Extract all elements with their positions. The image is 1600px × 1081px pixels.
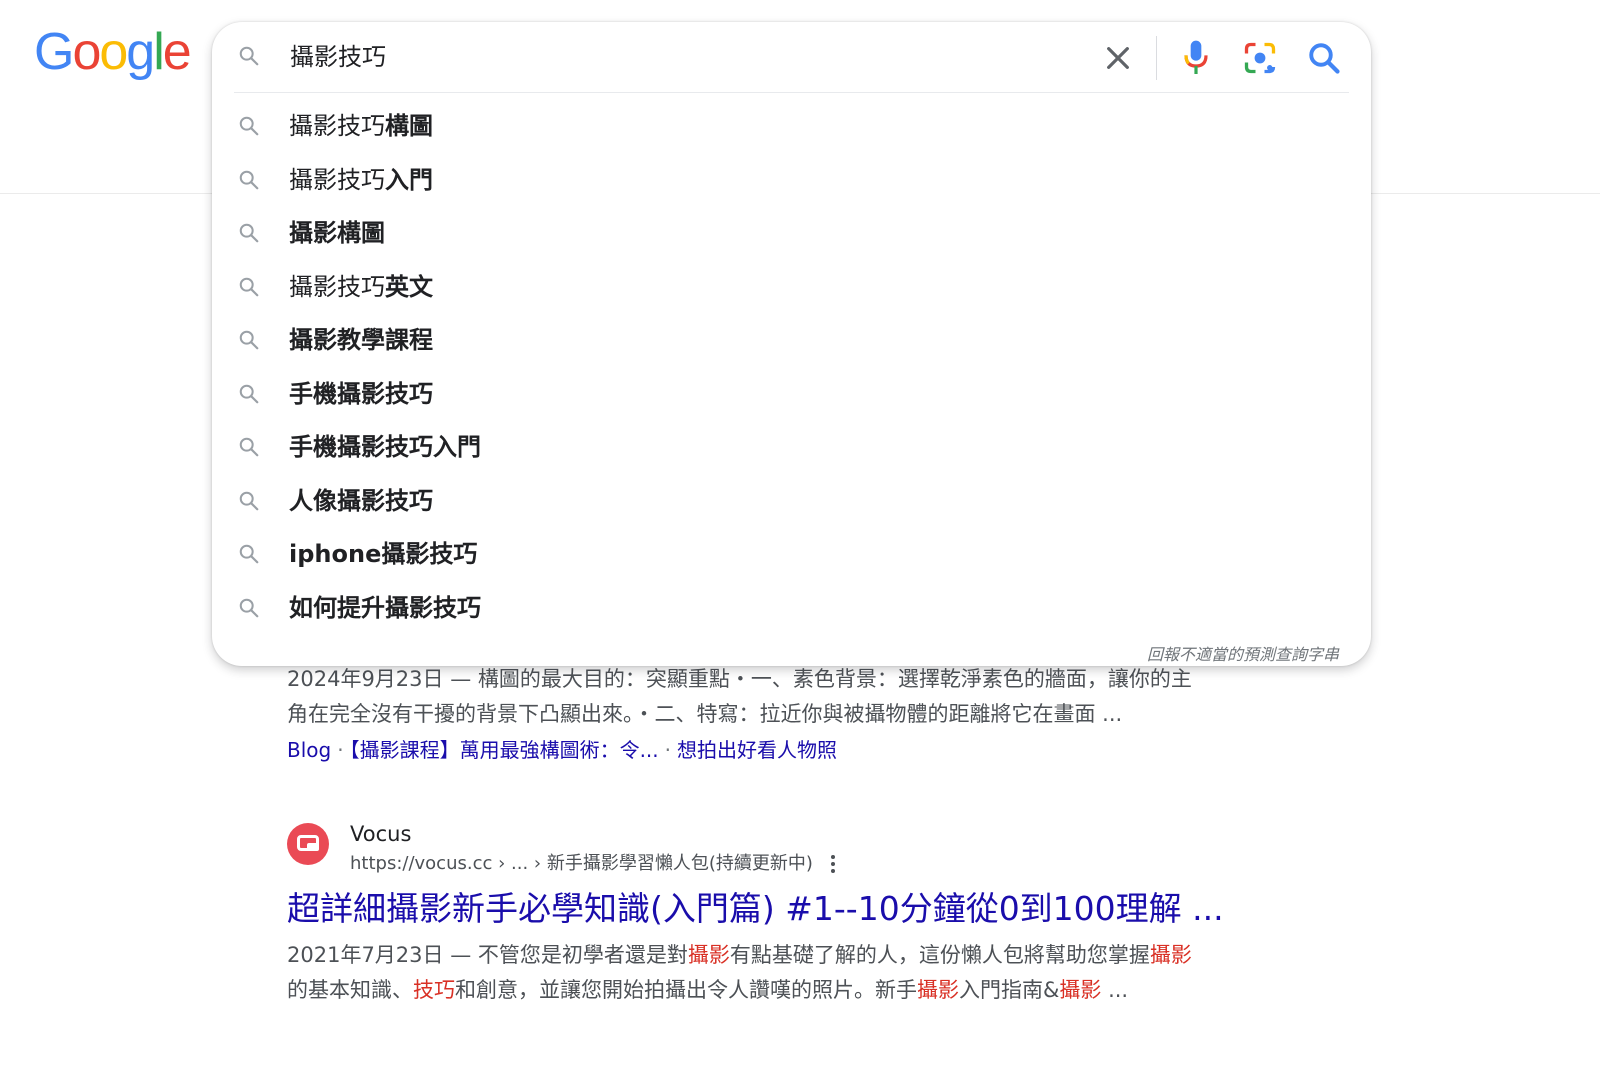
- search-icon: [239, 598, 259, 617]
- snippet-line: 2024年9月23日 — 構圖的最大目的：突顯重點・一、素色背景：選擇乾淨素色的…: [287, 667, 1192, 691]
- logo-letter: o: [72, 23, 101, 81]
- search-icon: [239, 116, 259, 136]
- search-input-row[interactable]: 攝影技巧: [212, 22, 1371, 92]
- suggestion-text-bold: 人像攝影技巧: [289, 486, 433, 515]
- result-snippet: 2021年7月23日 — 不管您是初學者還是對攝影有點基礎了解的人，這份懶人包將…: [287, 938, 1192, 1008]
- suggestion-text-bold: iphone攝影技巧: [289, 540, 478, 568]
- snippet-part: 有點基礎了解的人，這份懶人包將幫助您掌握: [729, 943, 1150, 967]
- site-url-row: https://vocus.cc › ... › 新手攝影學習懶人包(持續更新中…: [350, 849, 835, 879]
- sitelink-separator: ·: [664, 738, 672, 762]
- microphone-icon[interactable]: [1180, 38, 1212, 78]
- search-icon: [239, 384, 259, 403]
- search-icon: [239, 170, 259, 189]
- suggestion-text: 手機攝影技巧: [289, 377, 433, 411]
- suggestion-text-bold: 手機攝影技巧入門: [289, 433, 481, 461]
- search-icon: [239, 330, 259, 350]
- sitelink-composition-course[interactable]: 【攝影課程】萬用最強構圖術：令...: [350, 738, 659, 762]
- suggestion-text-bold: 構圖: [385, 112, 433, 140]
- search-icon: [239, 437, 259, 457]
- sitelink-blog[interactable]: Blog: [287, 738, 331, 762]
- snippet-line: 角在完全沒有干擾的背景下凸顯出來。・二、特寫：拉近你與被攝物體的距離將它在畫面 …: [287, 702, 1123, 726]
- suggestion-list: 攝影技巧構圖 攝影技巧入門 攝影構圖 攝影技巧英文 攝影教學課程 手機攝影技巧 …: [212, 99, 1371, 634]
- suggestion-text-plain: 攝影技巧: [289, 112, 385, 140]
- suggestion-item[interactable]: 攝影技巧英文: [212, 260, 1371, 314]
- sitelinks: Blog · 【攝影課程】萬用最強構圖術：令... · 想拍出好看人物照: [287, 733, 837, 767]
- logo-letter: G: [34, 23, 74, 81]
- suggestion-text-bold: 如何提升攝影技巧: [289, 593, 481, 622]
- suggestion-item[interactable]: 如何提升攝影技巧: [212, 581, 1371, 635]
- search-icon: [239, 491, 259, 510]
- snippet-part: 入門指南&: [959, 978, 1060, 1002]
- suggestion-item[interactable]: 攝影技巧構圖: [212, 99, 1371, 153]
- result-source[interactable]: Vocus https://vocus.cc › ... › 新手攝影學習懶人包…: [287, 819, 835, 879]
- suggestion-text-bold: 手機攝影技巧: [289, 379, 433, 408]
- report-predictions-link[interactable]: 回報不適當的預測查詢字串: [1147, 641, 1339, 665]
- suggestion-text: 如何提升攝影技巧: [289, 591, 481, 625]
- suggestion-text-bold: 攝影教學課程: [289, 326, 433, 354]
- snippet-part: ...: [1101, 978, 1129, 1002]
- suggestion-item[interactable]: 人像攝影技巧: [212, 474, 1371, 528]
- search-icon: [239, 277, 259, 296]
- snippet-line: 的基本知識、技巧和創意，並讓您開始拍攝出令人讚嘆的照片。新手攝影入門指南&攝影 …: [287, 973, 1192, 1008]
- suggestion-text: iphone攝影技巧: [289, 537, 477, 571]
- logo-letter: e: [162, 23, 192, 81]
- snippet-part: 2021年7月23日 — 不管您是初學者還是對: [287, 943, 688, 967]
- snippet-part: 和創意，並讓您開始拍攝出令人讚嘆的照片。新手: [455, 978, 917, 1002]
- sitelink-separator: ·: [337, 738, 344, 762]
- search-icon: [239, 223, 259, 243]
- vocus-favicon-icon: [287, 823, 329, 865]
- snippet-part: 的基本知識、: [287, 978, 413, 1002]
- suggestion-text: 手機攝影技巧入門: [289, 430, 481, 464]
- suggestion-text: 人像攝影技巧: [289, 484, 433, 518]
- google-logo[interactable]: Google: [34, 23, 192, 81]
- suggestions-divider: [234, 92, 1349, 93]
- snippet-highlight: 攝影: [687, 943, 730, 967]
- suggestion-item[interactable]: 攝影技巧入門: [212, 153, 1371, 207]
- suggestion-text: 攝影構圖: [289, 216, 385, 250]
- logo-letter: l: [153, 23, 164, 81]
- logo-letter: o: [99, 23, 128, 81]
- snippet-line: 2021年7月23日 — 不管您是初學者還是對攝影有點基礎了解的人，這份懶人包將…: [287, 938, 1192, 973]
- suggestion-text: 攝影技巧英文: [289, 270, 433, 304]
- search-icon: [239, 46, 259, 66]
- google-lens-icon[interactable]: [1242, 40, 1278, 76]
- suggestion-item[interactable]: 手機攝影技巧: [212, 367, 1371, 421]
- suggestion-item[interactable]: iphone攝影技巧: [212, 527, 1371, 581]
- search-input[interactable]: 攝影技巧: [290, 39, 386, 75]
- suggestion-text-bold: 入門: [385, 165, 433, 194]
- suggestion-text-plain: 攝影技巧: [289, 272, 385, 301]
- suggestion-item[interactable]: 手機攝影技巧入門: [212, 420, 1371, 474]
- clear-icon[interactable]: [1102, 42, 1134, 74]
- search-submit-icon[interactable]: [1306, 40, 1342, 76]
- suggestion-text: 攝影教學課程: [289, 323, 433, 357]
- site-url: https://vocus.cc › ... › 新手攝影學習懶人包(持續更新中…: [350, 853, 813, 874]
- suggestion-text-bold: 攝影構圖: [289, 219, 385, 247]
- site-name: Vocus: [350, 822, 412, 846]
- search-box: 攝影技巧 攝影技巧構圖 攝影技巧入門 攝影構圖 攝影技巧英文 攝影教學課程 手機…: [212, 22, 1371, 666]
- suggestion-text-plain: 攝影技巧: [289, 165, 385, 194]
- result-snippet: 2024年9月23日 — 構圖的最大目的：突顯重點・一、素色背景：選擇乾淨素色的…: [287, 662, 1192, 732]
- snippet-highlight: 攝影: [1059, 978, 1102, 1002]
- snippet-highlight: 技巧: [413, 978, 455, 1002]
- suggestion-text: 攝影技巧入門: [289, 163, 433, 197]
- suggestion-text-bold: 英文: [385, 272, 433, 301]
- divider: [1156, 36, 1157, 80]
- snippet-highlight: 攝影: [1149, 943, 1192, 967]
- result-title-link[interactable]: 超詳細攝影新手必學知識(入門篇) #1--10分鐘從0到100理解 ...: [287, 887, 1224, 931]
- suggestion-text: 攝影技巧構圖: [289, 109, 433, 143]
- search-icon: [239, 544, 259, 564]
- suggestion-item[interactable]: 攝影教學課程: [212, 313, 1371, 367]
- logo-letter: g: [126, 23, 155, 81]
- more-options-icon[interactable]: [830, 855, 835, 873]
- sitelink-portrait[interactable]: 想拍出好看人物照: [677, 738, 837, 762]
- snippet-highlight: 攝影: [917, 978, 959, 1002]
- suggestion-item[interactable]: 攝影構圖: [212, 206, 1371, 260]
